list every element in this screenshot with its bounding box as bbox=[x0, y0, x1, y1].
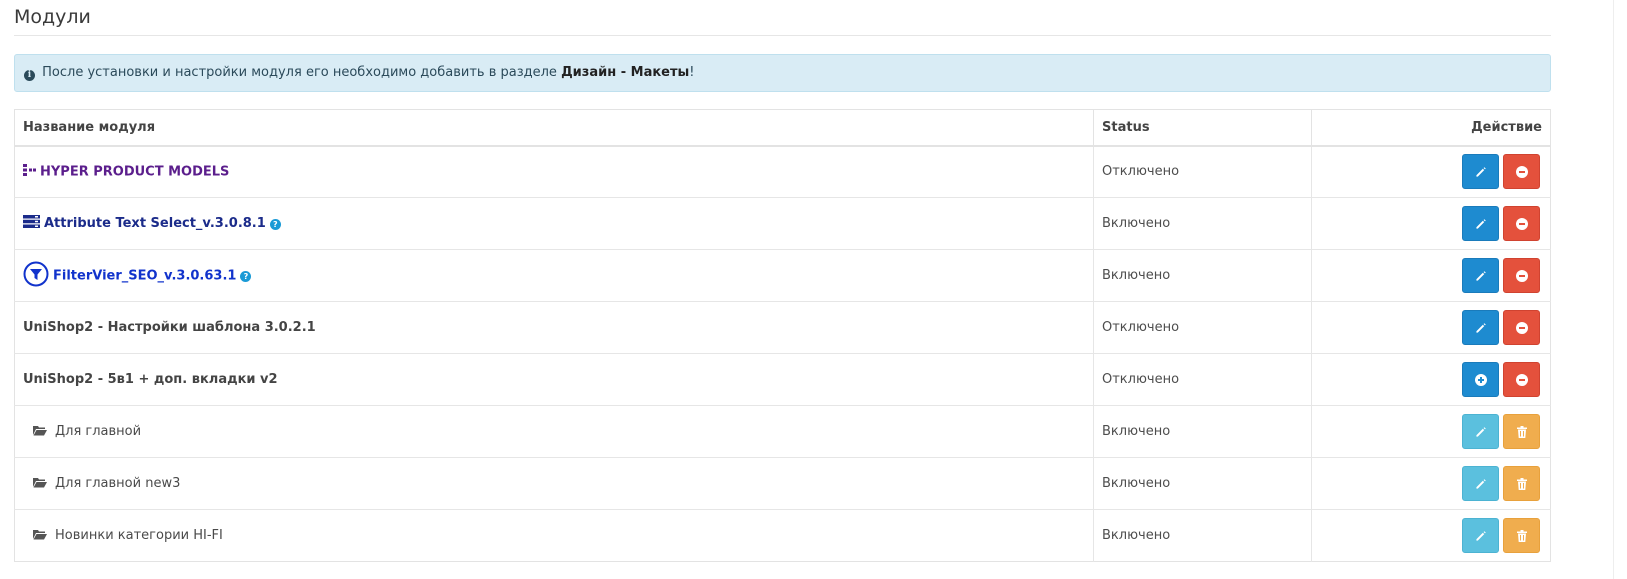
minus-circle-icon bbox=[1515, 217, 1528, 230]
uninstall-button[interactable] bbox=[1503, 258, 1540, 293]
modules-table: Название модуля Status Действие HYPER PR… bbox=[14, 109, 1551, 562]
module-name-cell: UniShop2 - Настройки шаблона 3.0.2.1 bbox=[14, 301, 1094, 354]
module-status: Включено bbox=[1093, 249, 1312, 302]
pencil-icon bbox=[1475, 166, 1486, 177]
trash-icon bbox=[1516, 477, 1527, 490]
column-header-name: Название модуля bbox=[14, 109, 1094, 147]
table-row: FilterVier_SEO_v.3.0.63.1? Включено bbox=[14, 249, 1551, 302]
delete-button[interactable] bbox=[1503, 518, 1540, 553]
module-name-cell: Для главной bbox=[14, 405, 1094, 458]
module-status: Включено bbox=[1093, 457, 1312, 510]
table-header-row: Название модуля Status Действие bbox=[14, 109, 1551, 147]
module-actions bbox=[1311, 197, 1551, 250]
edit-button[interactable] bbox=[1462, 518, 1499, 553]
page-title: Модули bbox=[14, 0, 1551, 36]
column-header-status: Status bbox=[1093, 109, 1312, 147]
edit-button[interactable] bbox=[1462, 466, 1499, 501]
page-scrollbar[interactable] bbox=[1613, 0, 1627, 579]
attribute-select-icon bbox=[23, 215, 40, 232]
uninstall-button[interactable] bbox=[1503, 206, 1540, 241]
edit-button[interactable] bbox=[1462, 414, 1499, 449]
trash-icon bbox=[1516, 529, 1527, 542]
column-header-action: Действие bbox=[1311, 109, 1551, 147]
module-name-cell: HYPER PRODUCT MODELS bbox=[14, 145, 1094, 198]
module-name: Новинки категории HI-FI bbox=[55, 528, 223, 543]
module-actions bbox=[1311, 145, 1551, 198]
alert-text: После установки и настройки модуля его н… bbox=[42, 65, 557, 80]
pencil-icon bbox=[1475, 270, 1486, 281]
module-actions bbox=[1311, 353, 1551, 406]
table-row: UniShop2 - 5в1 + доп. вкладки v2 Отключе… bbox=[14, 353, 1551, 406]
alert-text-end: ! bbox=[689, 65, 695, 80]
module-status: Отключено bbox=[1093, 145, 1312, 198]
minus-circle-icon bbox=[1515, 321, 1528, 334]
folder-open-icon bbox=[33, 425, 47, 436]
module-status: Отключено bbox=[1093, 353, 1312, 406]
uninstall-button[interactable] bbox=[1503, 310, 1540, 345]
modules-page: Модули i После установки и настройки мод… bbox=[14, 0, 1551, 562]
module-actions bbox=[1311, 509, 1551, 562]
edit-button[interactable] bbox=[1462, 258, 1499, 293]
trash-icon bbox=[1516, 425, 1527, 438]
pencil-icon bbox=[1475, 322, 1486, 333]
table-row: Новинки категории HI-FI Включено bbox=[14, 509, 1551, 562]
edit-button[interactable] bbox=[1462, 206, 1499, 241]
minus-circle-icon bbox=[1515, 269, 1528, 282]
module-status: Включено bbox=[1093, 405, 1312, 458]
pencil-icon bbox=[1475, 530, 1486, 541]
module-name-cell: FilterVier_SEO_v.3.0.63.1? bbox=[14, 249, 1094, 302]
edit-button[interactable] bbox=[1462, 310, 1499, 345]
table-row: UniShop2 - Настройки шаблона 3.0.2.1 Отк… bbox=[14, 301, 1551, 354]
folder-open-icon bbox=[33, 529, 47, 540]
minus-circle-icon bbox=[1515, 165, 1528, 178]
pencil-icon bbox=[1475, 218, 1486, 229]
delete-button[interactable] bbox=[1503, 466, 1540, 501]
alert-section-name: Дизайн - Макеты bbox=[561, 65, 690, 80]
module-name: HYPER PRODUCT MODELS bbox=[40, 164, 230, 180]
table-row: Для главной new3 Включено bbox=[14, 457, 1551, 510]
module-actions bbox=[1311, 301, 1551, 354]
pencil-icon bbox=[1475, 478, 1486, 489]
table-row: HYPER PRODUCT MODELS Отключено bbox=[14, 145, 1551, 198]
module-actions bbox=[1311, 405, 1551, 458]
edit-button[interactable] bbox=[1462, 154, 1499, 190]
module-name-cell: UniShop2 - 5в1 + доп. вкладки v2 bbox=[14, 353, 1094, 406]
module-status: Включено bbox=[1093, 197, 1312, 250]
sub-module-wrap: Новинки категории HI-FI bbox=[23, 528, 223, 543]
info-alert: i После установки и настройки модуля его… bbox=[14, 54, 1551, 92]
uninstall-button[interactable] bbox=[1503, 362, 1540, 397]
module-status: Включено bbox=[1093, 509, 1312, 562]
module-name-cell: Attribute Text Select_v.3.0.8.1? bbox=[14, 197, 1094, 250]
module-actions bbox=[1311, 249, 1551, 302]
table-row: Для главной Включено bbox=[14, 405, 1551, 458]
info-icon: i bbox=[24, 70, 35, 81]
uninstall-button[interactable] bbox=[1503, 154, 1540, 190]
help-icon[interactable]: ? bbox=[269, 219, 281, 230]
module-actions bbox=[1311, 457, 1551, 510]
module-name-cell: Новинки категории HI-FI bbox=[14, 509, 1094, 562]
help-icon[interactable]: ? bbox=[240, 271, 252, 282]
module-name: Attribute Text Select_v.3.0.8.1 bbox=[44, 216, 266, 231]
plus-circle-icon bbox=[1474, 373, 1487, 386]
minus-circle-icon bbox=[1515, 373, 1528, 386]
sub-module-wrap: Для главной new3 bbox=[23, 476, 180, 491]
module-name: Для главной bbox=[55, 424, 142, 439]
table-row: Attribute Text Select_v.3.0.8.1? Включен… bbox=[14, 197, 1551, 250]
sub-module-wrap: Для главной bbox=[23, 424, 141, 439]
module-status: Отключено bbox=[1093, 301, 1312, 354]
filter-icon bbox=[23, 261, 49, 291]
module-name: Для главной new3 bbox=[55, 476, 181, 491]
delete-button[interactable] bbox=[1503, 414, 1540, 449]
module-name-cell: Для главной new3 bbox=[14, 457, 1094, 510]
hyper-models-icon bbox=[23, 163, 36, 180]
folder-open-icon bbox=[33, 477, 47, 488]
module-name: FilterVier_SEO_v.3.0.63.1 bbox=[53, 268, 237, 283]
add-module-button[interactable] bbox=[1462, 362, 1499, 397]
module-name: UniShop2 - Настройки шаблона 3.0.2.1 bbox=[23, 320, 316, 335]
module-name: UniShop2 - 5в1 + доп. вкладки v2 bbox=[23, 372, 278, 387]
pencil-icon bbox=[1475, 426, 1486, 437]
